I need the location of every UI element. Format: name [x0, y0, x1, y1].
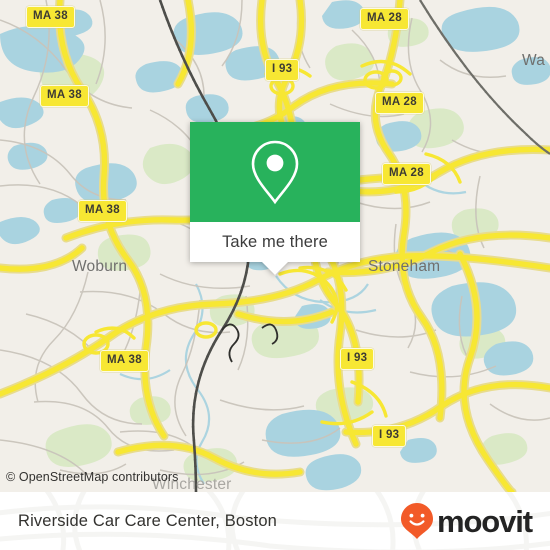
popup-action-bar[interactable]: Take me there [190, 222, 360, 275]
moovit-smiley-pin-icon [400, 503, 433, 539]
road-shield-ma-38[interactable]: MA 38 [26, 6, 75, 28]
road-shield-i-93[interactable]: I 93 [340, 348, 375, 370]
road-shield-ma-28[interactable]: MA 28 [375, 92, 424, 114]
road-shield-ma-28[interactable]: MA 28 [382, 163, 431, 185]
moovit-brand[interactable]: moovit [399, 502, 533, 540]
road-shield-i-93[interactable]: I 93 [372, 425, 407, 447]
road-shield-ma-38[interactable]: MA 38 [40, 85, 89, 107]
popup-tail-pointer [262, 262, 288, 275]
take-me-there-label: Take me there [222, 232, 328, 251]
road-shield-ma-28[interactable]: MA 28 [360, 8, 409, 30]
take-me-there-popup[interactable]: Take me there [190, 122, 360, 275]
place-title: Riverside Car Care Center, Boston [18, 511, 277, 530]
road-shield-ma-38[interactable]: MA 38 [78, 200, 127, 222]
moovit-map-screenshot: Woburn Stoneham Wa Winchester MA 38 MA 3… [0, 0, 550, 550]
road-shield-i-93[interactable]: I 93 [265, 59, 300, 81]
map-canvas[interactable]: Woburn Stoneham Wa Winchester MA 38 MA 3… [0, 0, 550, 492]
moovit-wordmark: moovit [436, 503, 533, 539]
footer-bar: Riverside Car Care Center, Boston moovit [0, 492, 550, 550]
popup-icon-panel [190, 122, 360, 222]
map-attribution: © OpenStreetMap contributors [6, 470, 179, 484]
road-shield-ma-38[interactable]: MA 38 [100, 350, 149, 372]
map-pin-icon [251, 140, 299, 205]
